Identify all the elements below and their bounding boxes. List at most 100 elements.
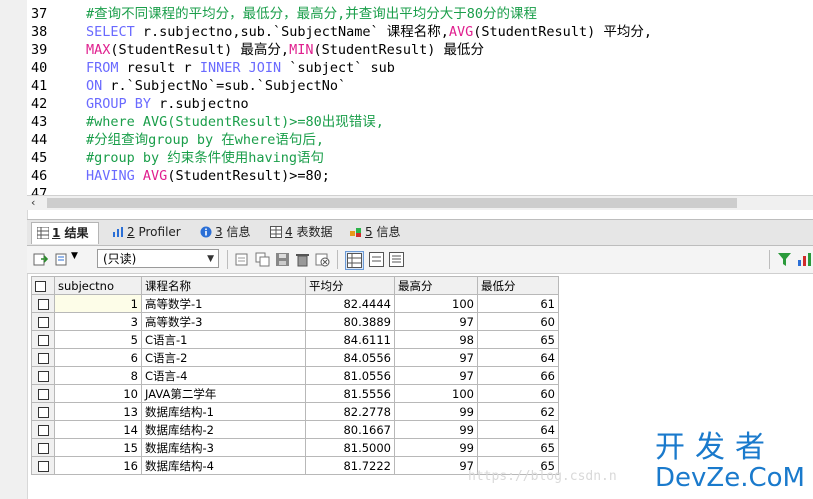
table-cell[interactable]: 60 (477, 384, 559, 403)
table-cell[interactable]: 100 (394, 294, 478, 313)
table-cell[interactable]: 8 (54, 366, 142, 385)
table-cell[interactable]: 高等数学-3 (141, 312, 306, 331)
table-row[interactable]: 6 C语言-2 84.0556 97 64 (31, 348, 559, 367)
export-icon[interactable] (33, 252, 49, 267)
table-cell[interactable]: 80.1667 (305, 420, 395, 439)
table-cell[interactable]: 99 (394, 402, 478, 421)
table-cell[interactable]: 数据库结构-2 (141, 420, 306, 439)
table-cell[interactable]: 97 (394, 456, 478, 475)
scrollbar-thumb[interactable] (47, 198, 737, 208)
table-cell[interactable]: 数据库结构-1 (141, 402, 306, 421)
table-cell[interactable]: 98 (394, 330, 478, 349)
code-line[interactable] (86, 185, 813, 195)
table-cell[interactable]: 10 (54, 384, 142, 403)
code-area[interactable]: #查询不同课程的平均分，最低分，最高分,并查询出平均分大于80分的课程 SELEC… (86, 5, 813, 195)
grid-view-icon[interactable] (345, 251, 364, 270)
table-cell[interactable]: 81.0556 (305, 366, 395, 385)
code-line[interactable]: ON r.`SubjectNo`=sub.`SubjectNo` (86, 77, 813, 95)
table-cell[interactable]: 62 (477, 402, 559, 421)
table-cell[interactable]: 高等数学-1 (141, 294, 306, 313)
row-checkbox[interactable] (31, 348, 55, 367)
code-line[interactable]: MAX(StudentResult) 最高分,MIN(StudentResult… (86, 41, 813, 59)
import-dropdown-icon[interactable] (55, 252, 70, 267)
table-cell[interactable]: 66 (477, 366, 559, 385)
chevron-down-icon[interactable]: ▼ (71, 251, 78, 261)
table-cell[interactable]: 14 (54, 420, 142, 439)
column-header[interactable]: 最低分 (477, 276, 559, 295)
table-cell[interactable]: 97 (394, 312, 478, 331)
code-line[interactable]: FROM result r INNER JOIN `subject` sub (86, 59, 813, 77)
table-row[interactable]: 3 高等数学-3 80.3889 97 60 (31, 312, 559, 331)
table-row[interactable]: 15 数据库结构-3 81.5000 99 65 (31, 438, 559, 457)
code-line[interactable]: GROUP BY r.subjectno (86, 95, 813, 113)
cancel-changes-icon[interactable] (315, 252, 330, 267)
table-cell[interactable]: 16 (54, 456, 142, 475)
row-checkbox[interactable] (31, 420, 55, 439)
code-line[interactable]: SELECT r.subjectno,sub.`SubjectName` 课程名… (86, 23, 813, 41)
table-cell[interactable]: 99 (394, 438, 478, 457)
select-all-checkbox[interactable] (31, 276, 55, 295)
table-cell[interactable]: 61 (477, 294, 559, 313)
table-cell[interactable]: 6 (54, 348, 142, 367)
table-row[interactable]: 1 高等数学-1 82.4444 100 61 (31, 294, 559, 313)
row-checkbox[interactable] (31, 456, 55, 475)
text-view-icon[interactable] (389, 252, 404, 267)
row-checkbox[interactable] (31, 402, 55, 421)
table-cell[interactable]: 81.5000 (305, 438, 395, 457)
table-cell[interactable]: C语言-2 (141, 348, 306, 367)
row-checkbox[interactable] (31, 330, 55, 349)
table-cell[interactable]: 81.7222 (305, 456, 395, 475)
table-cell[interactable]: 99 (394, 420, 478, 439)
scroll-left-arrow-icon[interactable]: ‹ (31, 196, 35, 210)
form-view-icon[interactable] (369, 252, 384, 267)
table-cell[interactable]: JAVA第二学年 (141, 384, 306, 403)
table-cell[interactable]: 15 (54, 438, 142, 457)
code-line[interactable]: #查询不同课程的平均分，最低分，最高分,并查询出平均分大于80分的课程 (86, 5, 813, 23)
insert-row-icon[interactable] (235, 252, 250, 267)
row-checkbox[interactable] (31, 438, 55, 457)
code-line[interactable]: HAVING AVG(StudentResult)>=80; (86, 167, 813, 185)
result-grid[interactable]: subjectno 课程名称 平均分 最高分 最低分 1 高等数学-1 82.444… (31, 276, 559, 475)
tab-profiler[interactable]: 2 Profiler (107, 222, 181, 243)
sql-editor[interactable]: 37 38 39 40 41 42 43 44 45 46 47 #查询不同课程的平均分，最低分，最… (27, 0, 813, 195)
table-cell[interactable]: 数据库结构-3 (141, 438, 306, 457)
table-cell[interactable]: 64 (477, 420, 559, 439)
table-row[interactable]: 13 数据库结构-1 82.2778 99 62 (31, 402, 559, 421)
table-cell[interactable]: 65 (477, 438, 559, 457)
chart-icon[interactable] (797, 252, 812, 267)
table-cell[interactable]: 64 (477, 348, 559, 367)
table-cell[interactable]: 84.6111 (305, 330, 395, 349)
tab-results[interactable]: 1 结果 (31, 222, 99, 244)
row-checkbox[interactable] (31, 366, 55, 385)
code-line[interactable]: #分组查询group by 在where语句后, (86, 131, 813, 149)
table-row[interactable]: 10 JAVA第二学年 81.5556 100 60 (31, 384, 559, 403)
table-cell[interactable]: 81.5556 (305, 384, 395, 403)
column-header[interactable]: 课程名称 (141, 276, 306, 295)
tab-info[interactable]: 3 信息 (195, 222, 250, 243)
delete-icon[interactable] (295, 252, 310, 267)
table-cell[interactable]: 80.3889 (305, 312, 395, 331)
table-cell[interactable]: 数据库结构-4 (141, 456, 306, 475)
table-row[interactable]: 5 C语言-1 84.6111 98 65 (31, 330, 559, 349)
table-cell[interactable]: 1 (54, 294, 142, 313)
column-header[interactable]: 平均分 (305, 276, 395, 295)
editor-horizontal-scrollbar[interactable]: ‹ (27, 195, 813, 210)
save-icon[interactable] (275, 252, 290, 267)
table-cell[interactable]: 5 (54, 330, 142, 349)
table-row[interactable]: 14 数据库结构-2 80.1667 99 64 (31, 420, 559, 439)
tab-table-data[interactable]: 4 表数据 (265, 222, 332, 243)
code-line[interactable]: #group by 约束条件使用having语句 (86, 149, 813, 167)
table-cell[interactable]: 82.4444 (305, 294, 395, 313)
table-row[interactable]: 8 C语言-4 81.0556 97 66 (31, 366, 559, 385)
column-header[interactable]: 最高分 (394, 276, 478, 295)
row-checkbox[interactable] (31, 384, 55, 403)
duplicate-row-icon[interactable] (255, 252, 270, 267)
column-header[interactable]: subjectno (54, 276, 142, 295)
table-cell[interactable]: 82.2778 (305, 402, 395, 421)
code-line[interactable]: #where AVG(StudentResult)>=80出现错误, (86, 113, 813, 131)
table-cell[interactable]: 13 (54, 402, 142, 421)
table-cell[interactable]: 60 (477, 312, 559, 331)
row-checkbox[interactable] (31, 312, 55, 331)
readonly-mode-select[interactable]: (只读) ▼ (97, 249, 219, 268)
row-checkbox[interactable] (31, 294, 55, 313)
